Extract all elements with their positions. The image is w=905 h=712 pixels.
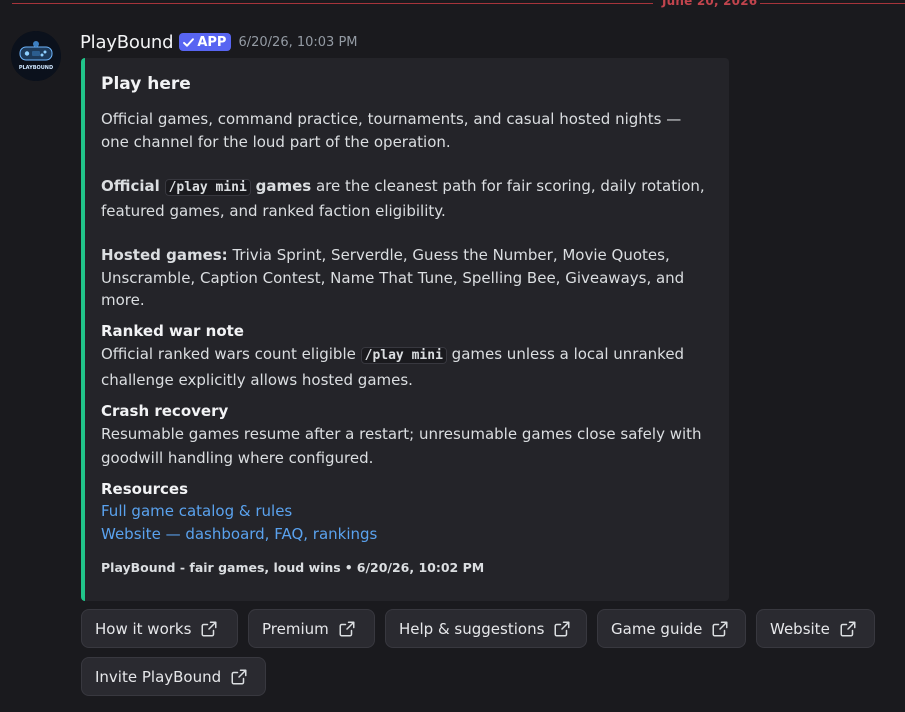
- field-name-ranked: Ranked war note: [101, 321, 244, 340]
- external-link-icon: [230, 668, 248, 686]
- app-badge: APP: [179, 33, 232, 51]
- field-crash-recovery: Crash recovery Resumable games resume af…: [101, 400, 713, 470]
- ranked-text-before: Official ranked wars count eligible: [101, 344, 361, 363]
- date-divider: June 20, 2026: [12, 0, 905, 8]
- invite-playbound-button[interactable]: Invite PlayBound: [81, 657, 266, 696]
- footer-separator: •: [344, 559, 353, 575]
- description-paragraph-intro: Official games, command practice, tourna…: [101, 110, 682, 151]
- app-badge-label: APP: [197, 34, 227, 50]
- link-game-catalog[interactable]: Full game catalog & rules: [101, 500, 713, 523]
- embed-title: Play here: [101, 74, 191, 94]
- divider-date: June 20, 2026: [662, 0, 758, 8]
- official-bold-suffix: games: [255, 177, 312, 195]
- official-bold-prefix: Official: [101, 177, 160, 195]
- verified-check-icon: [183, 37, 195, 47]
- footer-timestamp: 6/20/26, 10:02 PM: [356, 559, 485, 575]
- external-link-icon: [200, 620, 218, 638]
- avatar-text: PLAYBOUND: [19, 65, 53, 71]
- how-it-works-button[interactable]: How it works: [81, 609, 238, 648]
- field-ranked-war-note: Ranked war note Official ranked wars cou…: [101, 320, 713, 392]
- playbound-logo-icon: PLAYBOUND: [11, 31, 61, 81]
- game-guide-button[interactable]: Game guide: [597, 609, 746, 648]
- embed-footer: PlayBound - fair games, loud wins • 6/20/2…: [101, 560, 713, 575]
- field-name-resources: Resources: [101, 479, 189, 498]
- message-timestamp[interactable]: 6/20/26, 10:03 PM: [238, 35, 357, 50]
- username[interactable]: PlayBound: [80, 32, 174, 53]
- embed-description: Official games, command practice, tourna…: [101, 108, 713, 312]
- field-value-ranked: Official ranked wars count eligible /pla…: [101, 342, 713, 392]
- ranked-play-mini-command: /play mini: [360, 346, 447, 364]
- field-resources: Resources Full game catalog & rules Webs…: [101, 478, 713, 546]
- how-it-works-label: How it works: [95, 619, 192, 638]
- external-link-icon: [839, 620, 857, 638]
- footer-text: PlayBound - fair games, loud wins: [101, 559, 341, 575]
- field-value-resources: Full game catalog & rules Website — dash…: [101, 500, 713, 546]
- description-paragraph-hosted: Hosted games: Trivia Sprint, Serverdle, …: [101, 244, 713, 312]
- field-name-crash: Crash recovery: [101, 401, 229, 420]
- divider-line-right: [760, 3, 905, 4]
- embed-card: Play here Official games, command practi…: [81, 58, 729, 601]
- website-label: Website: [770, 619, 830, 638]
- divider-line-left: [12, 3, 653, 4]
- game-guide-label: Game guide: [611, 619, 703, 638]
- external-link-icon: [338, 620, 356, 638]
- external-link-icon: [711, 620, 729, 638]
- description-paragraph-official: Official /play mini games are the cleane…: [101, 175, 713, 222]
- avatar[interactable]: PLAYBOUND: [11, 31, 61, 81]
- premium-button[interactable]: Premium: [248, 609, 375, 648]
- premium-label: Premium: [262, 619, 329, 638]
- help-suggestions-button[interactable]: Help & suggestions: [385, 609, 587, 648]
- hosted-bold-prefix: Hosted games:: [101, 246, 228, 264]
- field-value-crash: Resumable games resume after a restart; …: [101, 424, 702, 467]
- play-mini-command: /play mini: [164, 179, 251, 196]
- link-website-dashboard[interactable]: Website — dashboard, FAQ, rankings: [101, 523, 713, 546]
- external-link-icon: [553, 620, 571, 638]
- website-button[interactable]: Website: [756, 609, 875, 648]
- message-header: PlayBound APP 6/20/26, 10:03 PM: [80, 30, 358, 54]
- invite-playbound-label: Invite PlayBound: [95, 667, 222, 686]
- help-suggestions-label: Help & suggestions: [399, 619, 545, 638]
